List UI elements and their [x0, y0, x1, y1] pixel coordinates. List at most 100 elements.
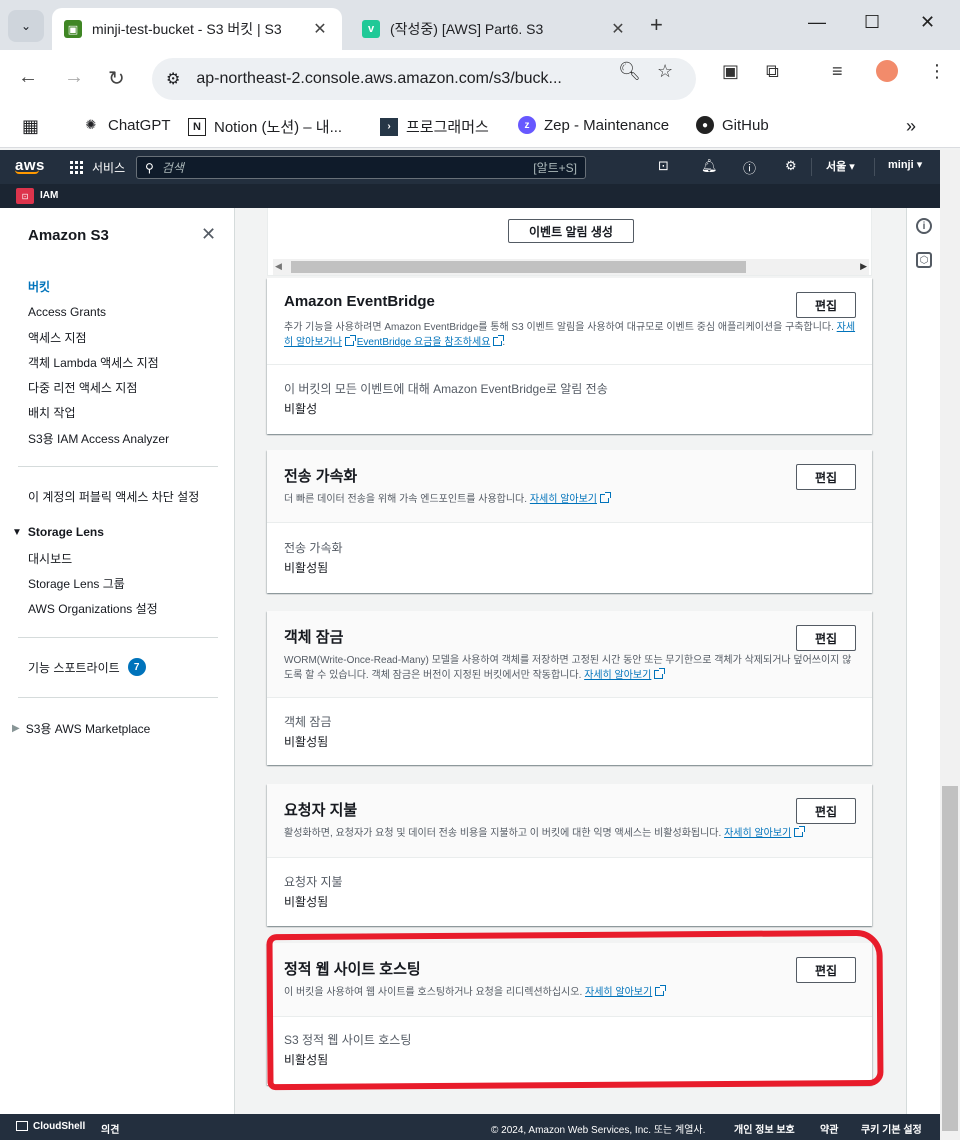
reload-icon[interactable]: ↻: [108, 66, 125, 91]
sidebar-item-org-settings[interactable]: AWS Organizations 설정: [28, 600, 158, 617]
setting-label: 전송 가속화: [284, 541, 343, 555]
card-title: Amazon EventBridge: [284, 293, 435, 310]
scroll-right-icon[interactable]: ▶: [860, 261, 867, 272]
bookmark-programmers[interactable]: › 프로그래머스: [380, 116, 489, 137]
sidebar-item-buckets[interactable]: 버킷: [28, 278, 50, 295]
extensions-icon[interactable]: ⧉: [766, 61, 779, 82]
minimize-icon[interactable]: —: [808, 12, 826, 33]
card-title: 객체 잠금: [284, 629, 344, 646]
sidebar-item-dashboards[interactable]: 대시보드: [28, 550, 72, 567]
bookmark-zep[interactable]: z Zep - Maintenance: [518, 116, 669, 134]
learn-more-link[interactable]: 자세히 알아보기: [530, 494, 597, 505]
vertical-scrollbar[interactable]: [940, 150, 960, 1140]
chatgpt-icon: ✺: [85, 117, 97, 132]
more-bookmarks-icon[interactable]: »: [906, 116, 916, 137]
media-control-icon[interactable]: ≡: [832, 61, 843, 82]
settings-gear-icon[interactable]: ⚙: [785, 158, 797, 174]
card-description: 추가 기능을 사용하려면 Amazon EventBridge를 통해 S3 이…: [284, 322, 856, 348]
bookmark-github[interactable]: ● GitHub: [696, 116, 769, 134]
browser-menu-icon[interactable]: ⋮: [928, 61, 946, 82]
aws-search-input[interactable]: ⚲ 검색 [알트+S]: [136, 156, 586, 179]
cookie-preferences-link[interactable]: 쿠키 기본 설정: [861, 1121, 922, 1136]
site-info-icon[interactable]: ⚙: [166, 69, 180, 89]
browser-tab-velog[interactable]: v (작성중) [AWS] Part6. S3 ✕: [350, 8, 640, 50]
edit-button[interactable]: 편집: [796, 625, 856, 651]
edit-button[interactable]: 편집: [796, 464, 856, 490]
cloudshell-panel-icon[interactable]: ⬡: [916, 252, 932, 268]
requester-pays-card: 요청자 지불 활성화하면, 요청자가 요청 및 데이터 전송 비용을 지불하고 …: [267, 784, 872, 926]
notion-icon: N: [188, 117, 206, 136]
privacy-link[interactable]: 개인 정보 보호: [734, 1121, 795, 1136]
storage-lens-section[interactable]: ▼ Storage Lens: [12, 525, 104, 539]
apps-grid-icon[interactable]: ▦: [22, 116, 39, 137]
address-bar[interactable]: ⚙ ap-northeast-2.console.aws.amazon.com/…: [152, 58, 696, 100]
help-icon[interactable]: ⓘ: [743, 158, 756, 177]
learn-more-link[interactable]: 자세히 알아보기: [584, 670, 651, 681]
zep-icon: z: [518, 116, 536, 134]
bookmark-chatgpt[interactable]: ✺ ChatGPT: [82, 116, 171, 134]
eventbridge-pricing-link[interactable]: EventBridge 요금을 참조하세요: [357, 337, 491, 348]
cloudshell-icon[interactable]: ⊡: [658, 158, 669, 174]
card-description: 더 빠른 데이터 전송을 위해 가속 엔드포인트를 사용합니다. 자세히 알아보…: [284, 492, 856, 507]
feedback-link[interactable]: 의견: [101, 1121, 119, 1136]
external-link-icon: [344, 335, 356, 346]
sidebar-item-multi-region[interactable]: 다중 리전 액세스 지점: [28, 379, 137, 396]
tab-search-button[interactable]: ⌄: [8, 10, 44, 42]
back-icon[interactable]: ←: [18, 66, 38, 89]
create-event-notification-button[interactable]: 이벤트 알림 생성: [508, 219, 634, 243]
window-close-icon[interactable]: ✕: [920, 12, 935, 33]
sidebar-item-batch-operations[interactable]: 배치 작업: [28, 404, 76, 421]
close-icon[interactable]: ✕: [310, 19, 330, 39]
copyright-text: © 2024, Amazon Web Services, Inc. 또는 계열사…: [491, 1125, 706, 1136]
url-text: ap-northeast-2.console.aws.amazon.com/s3…: [196, 70, 562, 87]
forward-icon[interactable]: →: [64, 66, 84, 89]
extension-app-icon[interactable]: ▣: [722, 61, 739, 82]
scroll-left-icon[interactable]: ◀: [275, 261, 282, 272]
velog-favicon-icon: v: [362, 20, 380, 38]
setting-value: 비활성됨: [284, 735, 329, 749]
profile-avatar[interactable]: [876, 60, 898, 82]
transfer-acceleration-card: 전송 가속화 더 빠른 데이터 전송을 위해 가속 엔드포인트를 사용합니다. …: [267, 450, 872, 593]
sidebar-item-feature-spotlight[interactable]: 기능 스포트라이트 7: [28, 658, 146, 676]
iam-icon: ⊡: [16, 188, 34, 204]
browser-tab-bar: ⌄ ▣ minji-test-bucket - S3 버킷 | S3 ✕ v (…: [0, 0, 960, 50]
aws-logo[interactable]: aws: [15, 157, 45, 174]
sidebar-item-lambda-access-points[interactable]: 객체 Lambda 액세스 지점: [28, 354, 159, 371]
close-sidebar-icon[interactable]: ✕: [201, 224, 216, 245]
horizontal-scrollbar[interactable]: ◀ ▶: [273, 259, 869, 275]
bookmark-notion[interactable]: N Notion (노션) – 내...: [188, 116, 342, 137]
sidebar-item-marketplace[interactable]: ▶ S3용 AWS Marketplace: [12, 720, 150, 737]
iam-shortcut[interactable]: IAM: [40, 190, 58, 201]
services-menu[interactable]: 서비스: [70, 159, 125, 176]
browser-tab-s3[interactable]: ▣ minji-test-bucket - S3 버킷 | S3 ✕: [52, 8, 342, 50]
card-title: 전송 가속화: [284, 468, 358, 485]
search-icon: ⚲: [145, 160, 154, 175]
zoom-icon[interactable]: 🔍︎: [618, 61, 641, 82]
scrollbar-thumb[interactable]: [942, 786, 958, 1131]
divider: [18, 637, 218, 638]
sidebar-item-public-access-block[interactable]: 이 계정의 퍼블릭 액세스 차단 설정: [28, 488, 199, 505]
sidebar-item-iam-analyzer[interactable]: S3용 IAM Access Analyzer: [28, 430, 169, 447]
sidebar-title: Amazon S3: [28, 227, 109, 244]
sidebar-item-storage-lens-groups[interactable]: Storage Lens 그룹: [28, 575, 125, 592]
github-icon: ●: [696, 116, 714, 134]
terms-link[interactable]: 약관: [820, 1121, 838, 1136]
info-icon[interactable]: i: [916, 218, 932, 234]
learn-more-link[interactable]: 자세히 알아보기: [724, 828, 791, 839]
account-menu[interactable]: minji ▾: [888, 158, 922, 171]
scrollbar-thumb[interactable]: [291, 261, 746, 273]
notifications-bell-icon[interactable]: 🔔︎: [701, 158, 718, 174]
recent-services-bar: ⊡ IAM: [0, 184, 940, 208]
edit-button[interactable]: 편집: [796, 292, 856, 318]
bookmark-star-icon[interactable]: ☆: [657, 61, 673, 82]
edit-button[interactable]: 편집: [796, 798, 856, 824]
close-icon[interactable]: ✕: [608, 19, 628, 39]
region-selector[interactable]: 서울 ▾: [826, 158, 855, 174]
sidebar-item-access-grants[interactable]: Access Grants: [28, 305, 106, 319]
tab-title: minji-test-bucket - S3 버킷 | S3: [92, 21, 282, 37]
new-tab-button[interactable]: +: [650, 12, 663, 38]
sidebar-item-access-points[interactable]: 액세스 지점: [28, 329, 87, 346]
bookmarks-bar: ▦ ✺ ChatGPT N Notion (노션) – 내... › 프로그래머스 z…: [0, 108, 960, 148]
maximize-icon[interactable]: ☐: [864, 12, 880, 33]
cloudshell-link[interactable]: CloudShell: [16, 1121, 85, 1132]
